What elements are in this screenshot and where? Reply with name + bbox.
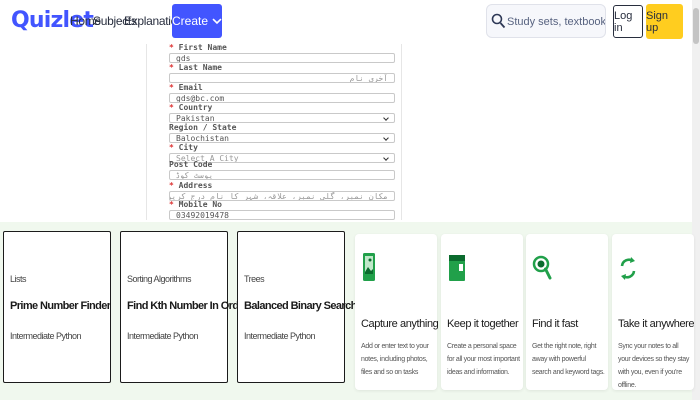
sync-icon	[620, 257, 636, 280]
field-label: Address	[178, 181, 213, 190]
mobile-input[interactable]: 03492019478	[169, 210, 395, 220]
set-title: Find Kth Number In Order	[127, 300, 248, 312]
set-category: Lists	[10, 274, 27, 284]
set-category: Trees	[244, 274, 265, 284]
field-label: Email	[178, 83, 203, 92]
form-field-mobile: * Mobile No 03492019478	[169, 200, 395, 220]
form-field-last-name: * Last Name آخری نام	[169, 63, 395, 83]
feature-description: Get the right note, right away with powe…	[532, 343, 605, 376]
feature-title: Capture anything	[361, 318, 439, 330]
bottom-section: Lists Prime Number Finder Intermediate P…	[0, 222, 695, 400]
phone-image-icon	[363, 253, 375, 281]
search-icon	[491, 13, 506, 29]
country-select[interactable]: Pakistan	[169, 113, 395, 123]
last-name-input[interactable]: آخری نام	[169, 73, 395, 83]
notebook-icon	[449, 255, 465, 281]
set-category: Sorting Algorithms	[127, 274, 192, 284]
study-set-card[interactable]: Lists Prime Number Finder Intermediate P…	[3, 231, 111, 383]
field-label: Region / State	[169, 123, 237, 132]
feature-card-organize: Keep it together Create a personal space…	[441, 234, 523, 390]
set-level: Intermediate Python	[244, 331, 316, 341]
field-label: First Name	[178, 44, 227, 52]
feature-card-capture: Capture anything Add or enter text to yo…	[355, 234, 439, 390]
search-box[interactable]	[486, 4, 606, 38]
address-form-image: * First Name gds * Last Name آخری نام * …	[146, 44, 402, 220]
email-input[interactable]: gds@bc.com	[169, 93, 395, 103]
set-level: Intermediate Python	[127, 331, 199, 341]
scrollbar-thumb[interactable]	[693, 8, 699, 44]
field-label: Mobile No	[178, 200, 222, 209]
post-code-input[interactable]: پوسٹ کوڈ	[169, 170, 395, 180]
set-level: Intermediate Python	[10, 331, 82, 341]
feature-description: Create a personal space for all your mos…	[447, 343, 520, 376]
create-label: Create	[172, 14, 209, 28]
feature-title: Find it fast	[532, 318, 578, 330]
form-field-first-name: * First Name gds	[169, 44, 395, 63]
search-input[interactable]	[507, 13, 605, 31]
create-button[interactable]: Create	[172, 4, 222, 38]
chevron-down-icon	[212, 18, 222, 25]
feature-card-sync: Take it anywhere Sync your notes to all …	[612, 234, 695, 390]
form-field-email: * Email gds@bc.com	[169, 83, 395, 103]
field-label: Last Name	[178, 63, 222, 72]
form-field-region: Region / State Balochistan	[169, 123, 395, 143]
region-select[interactable]: Balochistan	[169, 133, 395, 143]
login-button[interactable]: Log in	[613, 5, 643, 38]
feature-description: Sync your notes to all your devices so t…	[618, 343, 690, 389]
study-set-card[interactable]: Sorting Algorithms Find Kth Number In Or…	[120, 231, 248, 383]
field-label: City	[178, 143, 198, 152]
study-set-card[interactable]: Trees Balanced Binary Search Tree Interm…	[237, 231, 380, 383]
feature-title: Take it anywhere	[618, 318, 695, 330]
form-field-country: * Country Pakistan	[169, 103, 395, 123]
field-label: Post Code	[169, 160, 213, 169]
form-field-address: * Address مکان نمبر، گلی نمبر، علاقہ، شہ…	[169, 181, 395, 201]
feature-card-search: Find it fast Get the right note, right a…	[526, 234, 608, 390]
signup-button[interactable]: Sign up	[646, 4, 683, 39]
magnifier-icon	[532, 255, 552, 280]
set-title: Prime Number Finder	[10, 300, 111, 312]
feature-title: Keep it together	[447, 318, 519, 330]
top-nav-bar: Quizlet Home Subjects Explanations Creat…	[0, 0, 700, 44]
field-label: Country	[178, 103, 213, 112]
feature-description: Add or enter text to your notes, includi…	[361, 343, 429, 376]
form-field-post-code: Post Code پوسٹ کوڈ	[169, 160, 395, 180]
first-name-input[interactable]: gds	[169, 53, 395, 63]
